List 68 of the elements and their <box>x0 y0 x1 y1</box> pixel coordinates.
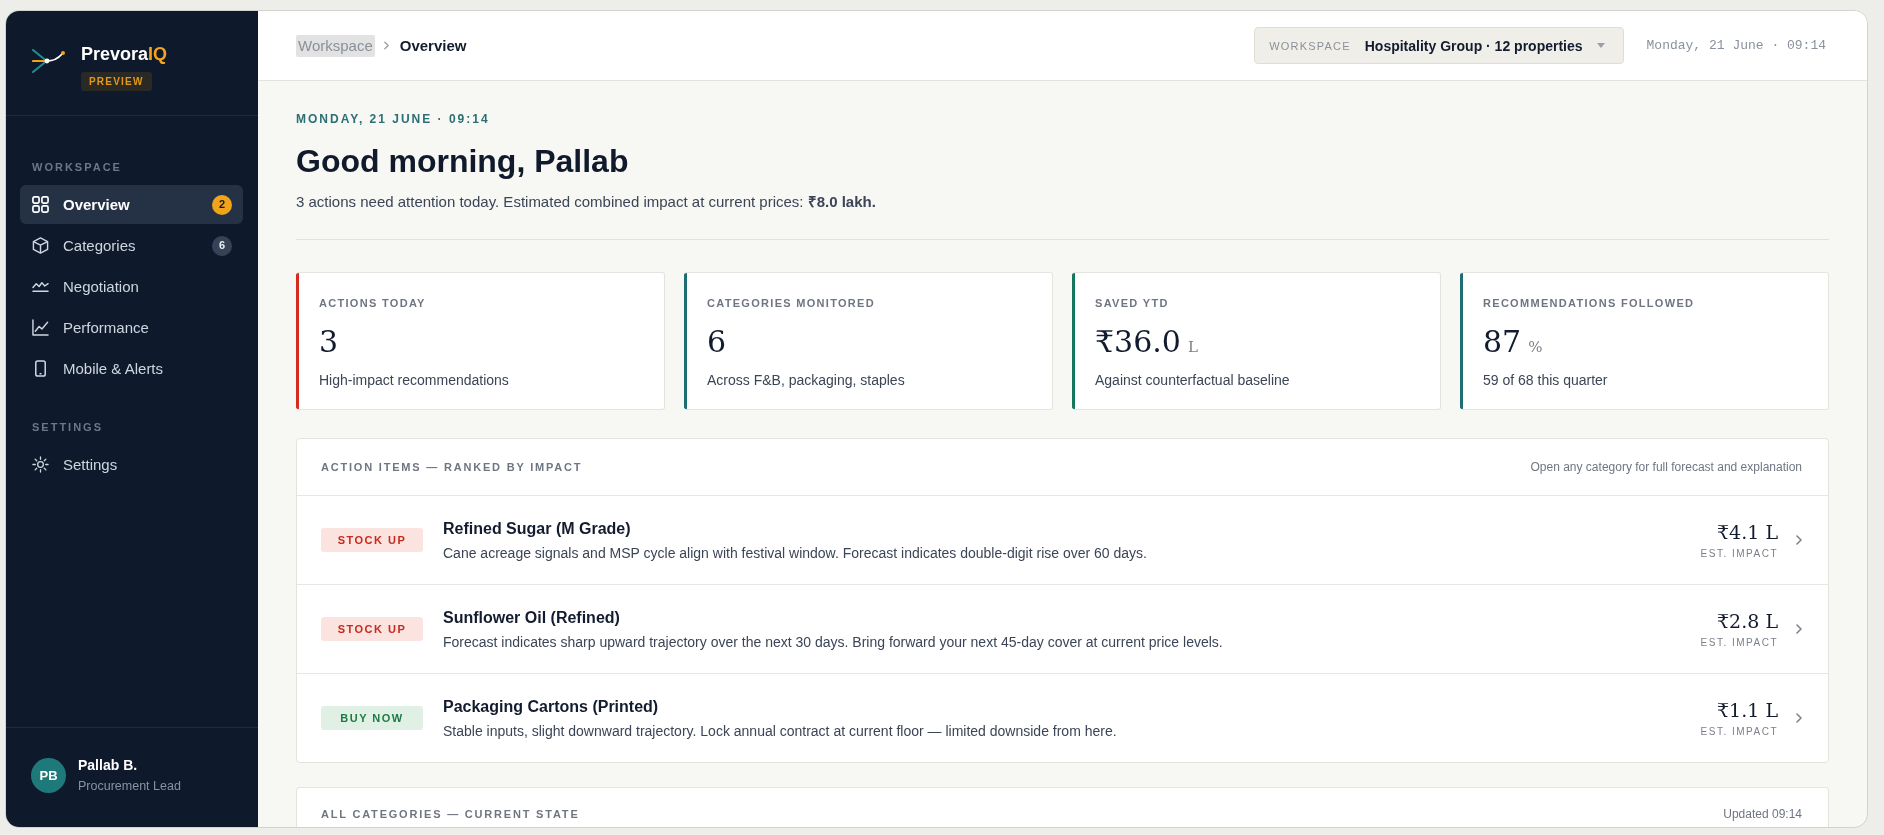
action-badge: STOCK UP <box>321 617 423 641</box>
section-label: WORKSPACE <box>31 160 122 174</box>
cube-icon <box>32 237 49 254</box>
action-badge: STOCK UP <box>321 528 423 552</box>
nav-item[interactable]: Overview 2 <box>20 185 243 224</box>
grid-icon <box>32 196 49 213</box>
logo-icon <box>32 49 66 74</box>
caret-icon <box>1596 43 1605 48</box>
action-row[interactable]: BUY NOW Packaging Cartons (Printed) Stable inputs, slight downward trajectory. Lock annual contract at current floor — limited downside from here. ₹1.1 L EST. IMPACT <box>297 673 1828 762</box>
impact-label: EST. IMPACT <box>1700 547 1778 560</box>
count-badge: 6 <box>212 235 232 256</box>
action-title: Sunflower Oil (Refined) <box>443 607 620 628</box>
kpi-label: SAVED YTD <box>1095 296 1169 310</box>
kpi-label: RECOMMENDATIONS FOLLOWED <box>1483 296 1695 310</box>
kpi-label: ACTIONS TODAY <box>319 296 426 310</box>
nav-item[interactable]: Negotiation <box>20 267 243 306</box>
nav-item[interactable]: Categories 6 <box>20 226 243 265</box>
phone-icon <box>32 360 49 377</box>
action-row[interactable]: STOCK UP Sunflower Oil (Refined) Forecast indicates sharp upward trajectory over the next 30 days. Bring forward your next 45-day cover at current price levels. ₹2.8 L EST. IMPACT <box>297 584 1828 673</box>
action-badge: BUY NOW <box>321 706 423 730</box>
panel-title: ACTION ITEMS — RANKED BY IMPACT <box>321 460 583 475</box>
kpi-value: ₹36.0 <box>1095 324 1181 360</box>
page-title: Good morning, Pallab <box>296 142 629 181</box>
kpi-note: Against counterfactual baseline <box>1095 372 1290 388</box>
summary-text: 3 actions need attention today. Estimated combined impact at current prices: ₹8.0 lakh. <box>296 192 876 212</box>
brand-name: PrevoraIQ <box>81 43 168 65</box>
chevron-icon <box>1796 624 1802 634</box>
section-label: SETTINGS <box>31 420 103 434</box>
kpi-unit: L <box>1187 338 1198 356</box>
breadcrumb-current: Overview <box>398 35 468 56</box>
action-description: Forecast indicates sharp upward trajectory over the next 30 days. Bring forward your next 45-day cover at current price levels. <box>443 632 1223 651</box>
datetime-label: Monday, 21 June · 09:14 <box>1646 38 1826 53</box>
kpi-label: CATEGORIES MONITORED <box>707 296 875 310</box>
impact-label: EST. IMPACT <box>1700 725 1778 738</box>
settings-icon <box>32 456 49 473</box>
updated-label: Updated 09:14 <box>1723 806 1802 822</box>
action-description: Stable inputs, slight downward trajectory. Lock annual contract at current floor — limited downside from here. <box>443 721 1117 740</box>
kpi-note: Across F&B, packaging, staples <box>707 372 905 388</box>
date-label: MONDAY, 21 JUNE · 09:14 <box>296 111 490 127</box>
nav-item[interactable]: Settings <box>20 445 243 484</box>
impact-value: ₹1.1 L <box>1717 698 1778 722</box>
user-name: Pallab B. <box>78 757 138 774</box>
count-badge: 2 <box>212 194 232 215</box>
user-role: Procurement Lead <box>78 779 181 794</box>
line-chart-icon <box>32 319 49 336</box>
action-title: Packaging Cartons (Printed) <box>443 696 659 717</box>
nav-item[interactable]: Mobile & Alerts <box>20 349 243 388</box>
action-row[interactable]: STOCK UP Refined Sugar (M Grade) Cane acreage signals and MSP cycle align with festival window. Forecast indicates double-digit rise over 60 days. ₹4.1 L EST. IMPACT <box>297 495 1828 584</box>
user-avatar: PB <box>31 758 66 793</box>
panel-hint: Open any category for full forecast and explanation <box>1530 459 1802 475</box>
preview-badge: PREVIEW <box>81 72 152 91</box>
workspace-selector[interactable]: WORKSPACE Hospitality Group · 12 properties <box>1254 27 1624 64</box>
impact-label: EST. IMPACT <box>1700 636 1778 649</box>
kpi-value: 6 <box>707 324 727 360</box>
kpi-value: 3 <box>319 324 339 360</box>
kpi-note: High-impact recommendations <box>319 372 509 388</box>
panel-title: ALL CATEGORIES — CURRENT STATE <box>321 807 580 822</box>
impact-value: ₹4.1 L <box>1717 520 1778 544</box>
impact-value: ₹2.8 L <box>1717 609 1778 633</box>
nav-item[interactable]: Performance <box>20 308 243 347</box>
kpi-unit: % <box>1528 338 1543 356</box>
chevron-icon <box>1796 535 1802 545</box>
action-description: Cane acreage signals and MSP cycle align with festival window. Forecast indicates double-digit rise over 60 days. <box>443 543 1147 562</box>
action-title: Refined Sugar (M Grade) <box>443 518 631 539</box>
kpi-note: 59 of 68 this quarter <box>1483 372 1608 388</box>
chevron-icon <box>1796 713 1802 723</box>
kpi-value: 87 <box>1483 324 1522 360</box>
chevron-icon <box>383 41 389 50</box>
